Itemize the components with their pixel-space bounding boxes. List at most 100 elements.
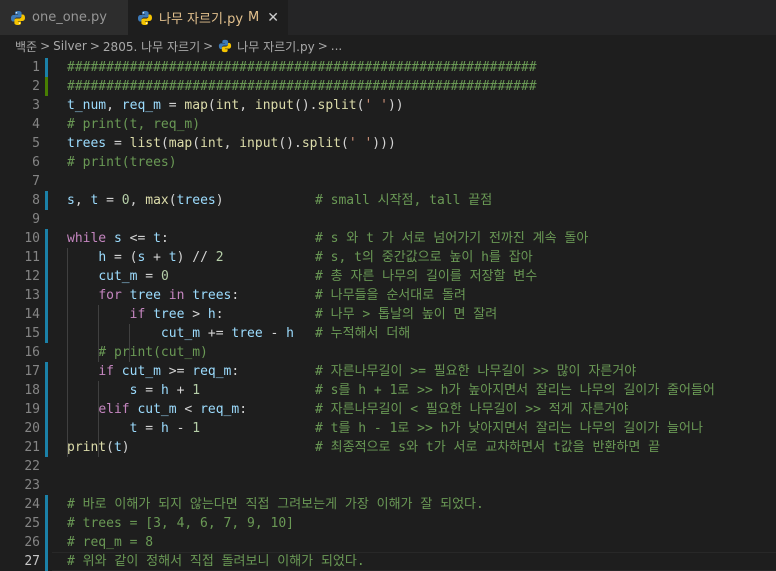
gutter-change-marker <box>45 324 48 343</box>
code-line[interactable]: 13 for tree in trees: # 나무들을 순서대로 돌려 <box>0 286 776 305</box>
code-text: # print(t, req_m) <box>67 117 201 132</box>
code-text: # 바로 이해가 되지 않는다면 직접 그려보는게 가장 이해가 잘 되었다. <box>67 497 484 512</box>
line-number: 8 <box>32 193 40 208</box>
breadcrumb-item[interactable]: ... <box>331 39 342 53</box>
line-number: 12 <box>24 269 40 284</box>
code-line[interactable]: 17 if cut_m >= req_m: # 자른나무길이 >= 필요한 나무길… <box>0 362 776 381</box>
indent-guide <box>129 324 130 362</box>
code-text: cut_m = 0 <box>98 269 169 284</box>
code-line[interactable]: 14 if tree > h: # 나무 > 톱날의 높이 면 잘려 <box>0 305 776 324</box>
line-number: 13 <box>24 288 40 303</box>
code-line[interactable]: 10 while s <= t: # s 와 t 가 서로 넘어가기 전까진 계속 … <box>0 229 776 248</box>
chevron-right-icon: > <box>203 39 214 53</box>
code-line[interactable]: 5 trees = list(map(int, input().split(' '… <box>0 134 776 153</box>
tab-one-one-py[interactable]: one_one.py <box>0 0 128 35</box>
line-number: 17 <box>24 364 40 379</box>
breadcrumb-item[interactable]: 2805. 나무 자르기 <box>103 38 200 55</box>
breadcrumb-item[interactable]: Silver <box>53 39 87 53</box>
code-line[interactable]: 20 t = h - 1 # t를 h - 1로 >> h가 낮아지면서 잘리는 … <box>0 419 776 438</box>
gutter-change-marker <box>45 533 48 552</box>
gutter-change-marker <box>45 495 48 514</box>
inline-comment: # s 와 t 가 서로 넘어가기 전까진 계속 돌아 <box>315 231 589 246</box>
code-text: s, t = 0, max(trees) <box>67 193 224 208</box>
code-text: ########################################… <box>67 60 537 75</box>
line-number: 22 <box>24 459 40 474</box>
line-number: 14 <box>24 307 40 322</box>
line-number: 18 <box>24 383 40 398</box>
python-icon <box>138 10 152 25</box>
inline-comment: # s, t의 중간값으로 높이 h를 잡아 <box>315 250 533 265</box>
code-line[interactable]: 8 s, t = 0, max(trees) # small 시작점, tall 끝… <box>0 191 776 210</box>
line-number: 20 <box>24 421 40 436</box>
indent-guide <box>98 381 99 457</box>
code-text: while s <= t: <box>67 231 169 246</box>
line-number: 6 <box>32 155 40 170</box>
inline-comment: # s를 h + 1로 >> h가 높아지면서 잘리는 나무의 길이가 줄어들어 <box>315 383 715 398</box>
code-line[interactable]: 4 # print(t, req_m) <box>0 115 776 134</box>
code-text: h = (s + t) // 2 <box>98 250 224 265</box>
code-line[interactable]: 7 <box>0 172 776 191</box>
code-text: t_num, req_m = map(int, input().split(' … <box>67 98 404 113</box>
code-line[interactable]: 1 #######################################… <box>0 58 776 77</box>
code-line[interactable]: 24 # 바로 이해가 되지 않는다면 직접 그려보는게 가장 이해가 잘 되었다… <box>0 495 776 514</box>
line-number: 11 <box>24 250 40 265</box>
code-text: elif cut_m < req_m: <box>98 402 248 417</box>
gutter-change-marker <box>45 248 48 267</box>
code-line[interactable]: 6 # print(trees) <box>0 153 776 172</box>
code-text: if cut_m >= req_m: <box>98 364 240 379</box>
gutter-change-marker <box>45 400 48 419</box>
code-line[interactable]: 26 # req_m = 8 <box>0 533 776 552</box>
line-number: 7 <box>32 174 40 189</box>
breadcrumb-item[interactable]: 백준 <box>15 38 37 55</box>
gutter-change-marker <box>45 514 48 533</box>
line-number: 25 <box>24 516 40 531</box>
line-number: 15 <box>24 326 40 341</box>
code-line[interactable]: 21 print(t) # 최종적으로 s와 t가 서로 교차하면서 t값을 반환하… <box>0 438 776 457</box>
line-number: 16 <box>24 345 40 360</box>
code-text: ########################################… <box>67 79 537 94</box>
gutter-change-marker <box>45 58 48 77</box>
line-number: 2 <box>32 79 40 94</box>
code-line[interactable]: 16 # print(cut_m) <box>0 343 776 362</box>
code-line[interactable]: 22 <box>0 457 776 476</box>
code-line[interactable]: 23 <box>0 476 776 495</box>
code-text: # req_m = 8 <box>67 535 154 550</box>
code-text: # print(cut_m) <box>67 345 208 360</box>
gutter-change-marker <box>45 419 48 438</box>
gutter-change-marker <box>45 381 48 400</box>
chevron-right-icon: > <box>40 39 51 53</box>
inline-comment: # 자른나무길이 >= 필요한 나무길이 >> 많이 자른거야 <box>315 364 637 379</box>
code-text: s = h + 1 <box>129 383 201 398</box>
gutter-change-marker <box>45 438 48 457</box>
line-number: 21 <box>24 440 40 455</box>
code-line[interactable]: 19 elif cut_m < req_m: # 자른나무길이 < 필요한 나무길… <box>0 400 776 419</box>
inline-comment: # 총 자른 나무의 길이를 저장할 변수 <box>315 269 538 284</box>
code-line[interactable]: 2 #######################################… <box>0 77 776 96</box>
code-text: # trees = [3, 4, 6, 7, 9, 10] <box>67 516 294 531</box>
code-line[interactable]: 11 h = (s + t) // 2 # s, t의 중간값으로 높이 h를 잡… <box>0 248 776 267</box>
code-line[interactable]: 15 cut_m += tree - h # 누적해서 더해 <box>0 324 776 343</box>
modified-badge: M <box>248 10 260 25</box>
code-line[interactable]: 3 t_num, req_m = map(int, input().split('… <box>0 96 776 115</box>
line-number: 19 <box>24 402 40 417</box>
line-number: 3 <box>32 98 40 113</box>
gutter-change-marker <box>45 191 48 210</box>
code-text: cut_m += tree - h <box>160 326 294 341</box>
code-line[interactable]: 12 cut_m = 0 # 총 자른 나무의 길이를 저장할 변수 <box>0 267 776 286</box>
breadcrumb-item[interactable]: 나무 자르기.py <box>237 38 315 55</box>
code-line[interactable]: 25 # trees = [3, 4, 6, 7, 9, 10] <box>0 514 776 533</box>
inline-comment: # 최종적으로 s와 t가 서로 교차하면서 t값을 반환하면 끝 <box>315 440 661 455</box>
code-line[interactable]: 18 s = h + 1 # s를 h + 1로 >> h가 높아지면서 잘리는 … <box>0 381 776 400</box>
indent-guide <box>67 248 68 457</box>
line-number: 1 <box>32 60 40 75</box>
code-editor[interactable]: 1 #######################################… <box>0 57 776 571</box>
tab-namu-jareugi-py[interactable]: 나무 자르기.py M ✕ <box>128 0 288 35</box>
line-number: 9 <box>32 212 40 227</box>
close-icon[interactable]: ✕ <box>267 10 279 26</box>
gutter-change-marker <box>45 77 48 96</box>
code-text: # print(trees) <box>67 155 177 170</box>
code-text: if tree > h: <box>129 307 224 322</box>
code-line[interactable]: 9 <box>0 210 776 229</box>
inline-comment: # 나무 > 톱날의 높이 면 잘려 <box>315 307 498 322</box>
gutter-change-marker <box>45 362 48 381</box>
